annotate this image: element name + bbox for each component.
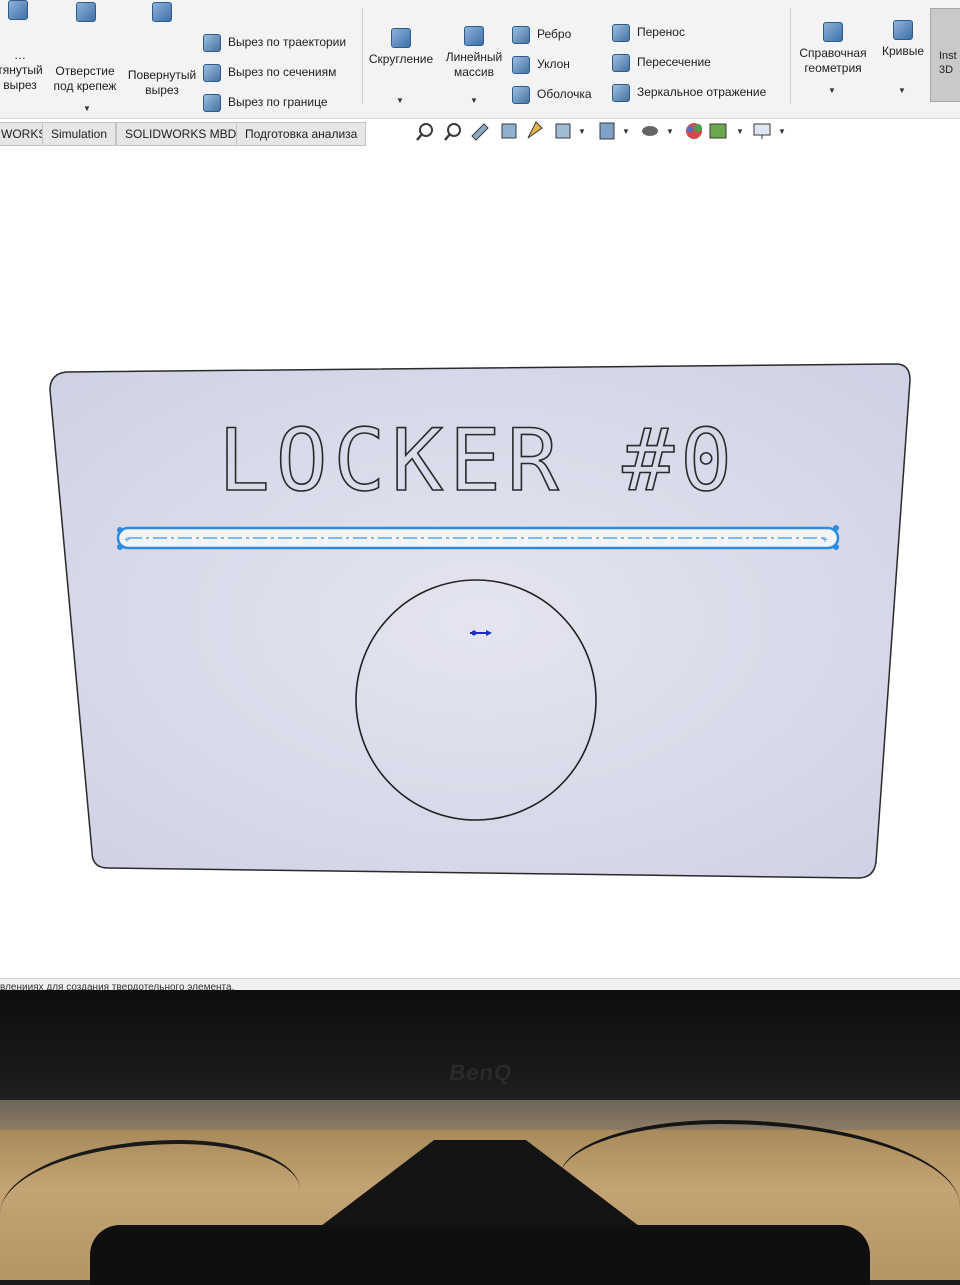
- solidworks-window: …тянутый вырез Отверстие под крепеж ▼ По…: [0, 0, 960, 995]
- monitor-stand-base: [90, 1225, 870, 1285]
- background-wall: [0, 1100, 960, 1130]
- slot-sketch[interactable]: + +: [116, 525, 840, 550]
- engraved-text[interactable]: LOCKER #0: [217, 410, 738, 512]
- svg-text:+: +: [822, 535, 828, 546]
- monitor-brand-logo: BenQ: [447, 1060, 515, 1085]
- svg-text:+: +: [124, 535, 130, 546]
- graphics-area[interactable]: LOCKER #0 + +: [0, 0, 960, 995]
